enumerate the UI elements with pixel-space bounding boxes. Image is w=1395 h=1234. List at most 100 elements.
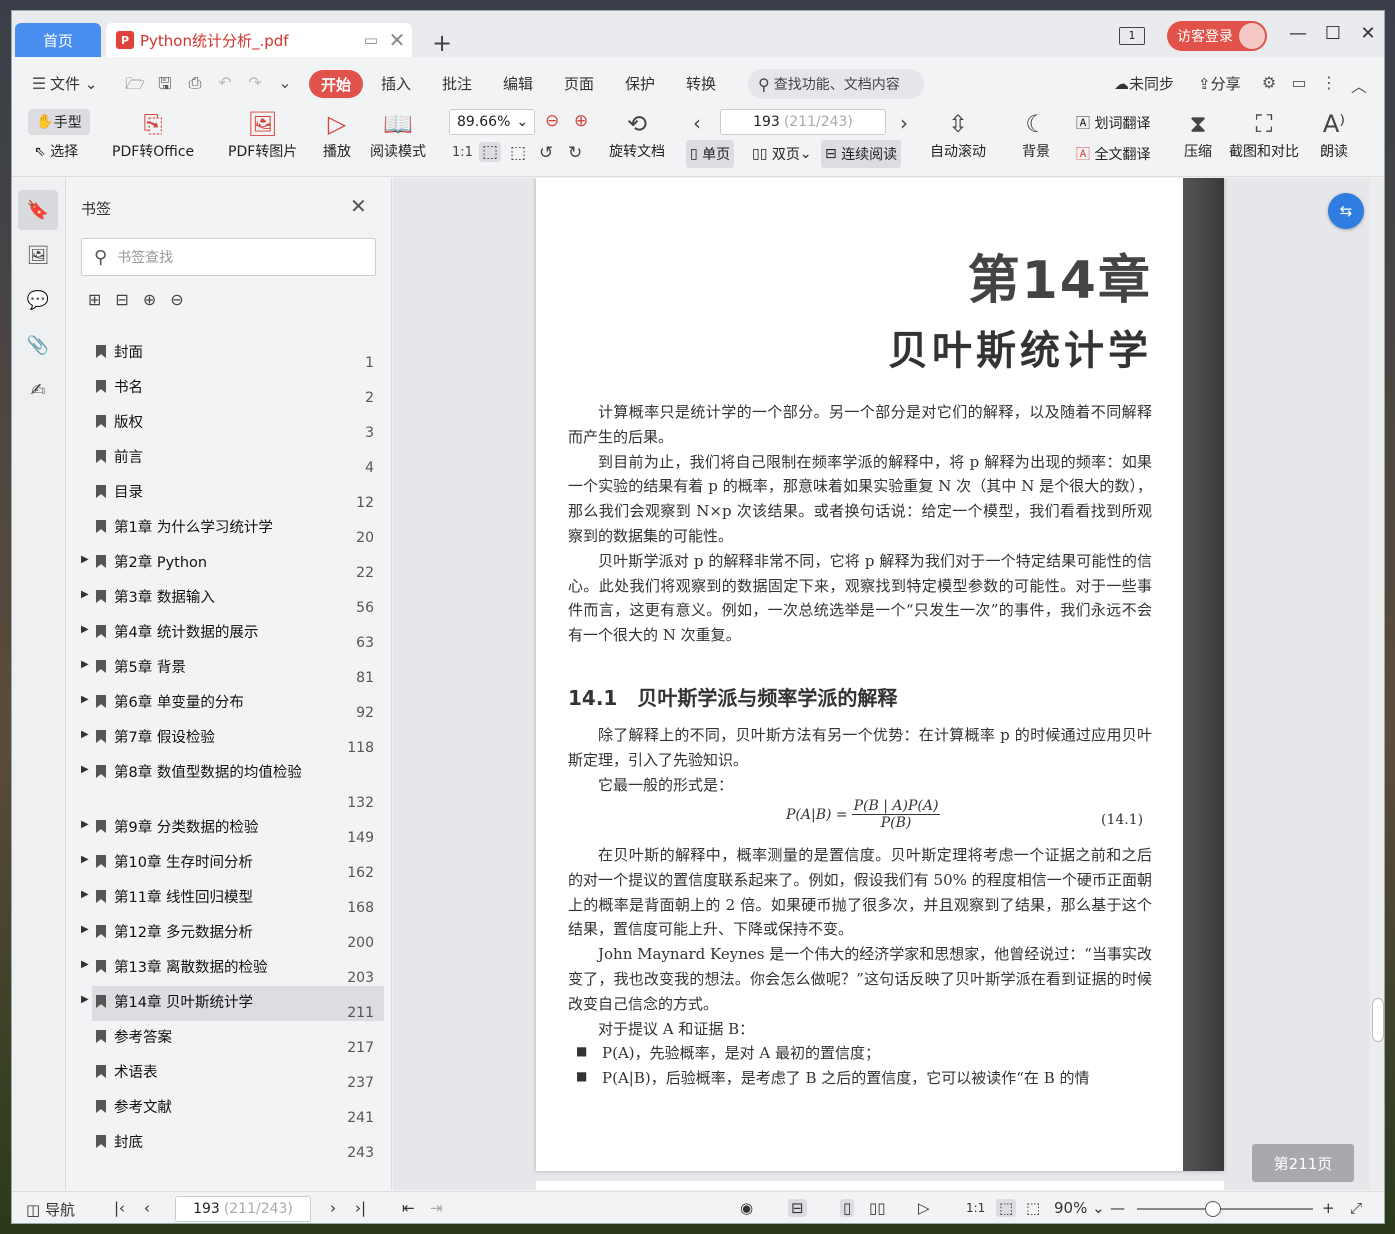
- fit-page-icon[interactable]: ⬚: [479, 142, 502, 162]
- expand-arrow-icon[interactable]: ▶: [81, 994, 89, 1005]
- double-page-button[interactable]: ▯▯ 双页 ⌄: [748, 140, 816, 168]
- minimize-icon[interactable]: —: [1286, 23, 1310, 44]
- vertical-scrollbar[interactable]: [1370, 178, 1384, 1190]
- bookmark-item[interactable]: ▶ 第6章 单变量的分布 92: [76, 686, 384, 721]
- last-page-icon[interactable]: ›|: [355, 1199, 366, 1217]
- fit-page-status-icon[interactable]: ⬚: [996, 1199, 1017, 1217]
- bookmark-item[interactable]: ▶ 第9章 分类数据的检验 149: [76, 811, 384, 846]
- float-tool-icon[interactable]: ⇆: [1328, 193, 1364, 229]
- scrollbar-thumb[interactable]: [1372, 998, 1384, 1042]
- expand-arrow-icon[interactable]: ▶: [81, 889, 89, 900]
- zoom-out-icon[interactable]: ⊖: [545, 111, 559, 131]
- bookmark-item[interactable]: 封面 1: [76, 336, 384, 371]
- rotate-right-icon[interactable]: ↻: [568, 143, 582, 163]
- window-count-icon[interactable]: 1: [1119, 27, 1145, 45]
- collapse-all-icon[interactable]: ⊟: [115, 290, 128, 309]
- feature-search[interactable]: ⚲ 查找功能、文档内容: [748, 69, 924, 99]
- comments-icon[interactable]: 💬: [18, 280, 58, 320]
- menu-edit[interactable]: 编辑: [503, 73, 533, 94]
- single-page-status-icon[interactable]: ▯: [840, 1199, 855, 1217]
- expand-arrow-icon[interactable]: ▶: [81, 659, 89, 670]
- signature-icon[interactable]: ✍: [18, 370, 58, 410]
- bookmark-item[interactable]: 参考答案 217: [76, 1021, 384, 1056]
- full-translate-button[interactable]: 🄰 全文翻译: [1072, 140, 1154, 168]
- status-page-input[interactable]: 193 (211/243): [175, 1196, 311, 1222]
- double-page-status-icon[interactable]: ▯▯: [869, 1199, 886, 1217]
- read-aloud-button[interactable]: A⁾ 朗读: [1320, 107, 1348, 161]
- collapse-ribbon-icon[interactable]: ︿: [1348, 73, 1370, 97]
- forward-icon[interactable]: ⇥: [430, 1199, 443, 1217]
- play-button[interactable]: ▷ 播放: [323, 107, 351, 161]
- comment-icon[interactable]: ▭: [1288, 73, 1310, 92]
- maximize-icon[interactable]: ☐: [1321, 23, 1345, 44]
- thumbnail-icon[interactable]: 🖼: [18, 235, 58, 275]
- expand-arrow-icon[interactable]: ▶: [81, 589, 89, 600]
- zoom-select[interactable]: 89.66% ⌄: [449, 109, 535, 135]
- expand-arrow-icon[interactable]: ▶: [81, 624, 89, 635]
- fit-width-icon[interactable]: ⬚: [510, 143, 526, 163]
- save-icon[interactable]: 🖫: [154, 73, 176, 100]
- undo-icon[interactable]: ↶: [214, 73, 236, 92]
- bookmark-item[interactable]: 第1章 为什么学习统计学 20: [76, 511, 384, 546]
- zoom-status[interactable]: 90% ⌄: [1054, 1199, 1105, 1217]
- expand-arrow-icon[interactable]: ▶: [81, 854, 89, 865]
- print-icon[interactable]: ⎙: [184, 73, 206, 93]
- close-window-icon[interactable]: ✕: [1356, 23, 1380, 44]
- zoom-in-status-icon[interactable]: +: [1322, 1199, 1335, 1217]
- expand-arrow-icon[interactable]: ▶: [81, 924, 89, 935]
- add-bookmark-icon[interactable]: ⊕: [143, 290, 156, 309]
- close-panel-icon[interactable]: ✕: [350, 194, 367, 218]
- menu-protect[interactable]: 保护: [625, 73, 655, 94]
- zoom-slider-knob[interactable]: [1205, 1201, 1221, 1217]
- bookmark-item[interactable]: 参考文献 241: [76, 1091, 384, 1126]
- bookmark-item[interactable]: 书名 2: [76, 371, 384, 406]
- bookmark-item[interactable]: ▶ 第3章 数据输入 56: [76, 581, 384, 616]
- screenshot-compare-button[interactable]: ⛶ 截图和对比: [1229, 107, 1299, 161]
- open-folder-icon[interactable]: 🗁: [124, 73, 146, 100]
- bookmark-search-input[interactable]: ⚲ 书签查找: [81, 238, 376, 276]
- play-status-icon[interactable]: ▷: [918, 1199, 930, 1217]
- menu-start[interactable]: 开始: [309, 70, 363, 98]
- background-button[interactable]: ☾ 背景: [1022, 107, 1050, 161]
- pin-icon[interactable]: ▭: [360, 31, 382, 49]
- expand-all-icon[interactable]: ⊞: [88, 290, 101, 309]
- pdf-to-image-button[interactable]: 🖼 PDF转图片: [228, 107, 297, 161]
- bookmark-item[interactable]: 封底 243: [76, 1126, 384, 1161]
- bookmark-item[interactable]: ▶ 第7章 假设检验 118: [76, 721, 384, 756]
- continuous-status-icon[interactable]: ⊟: [788, 1199, 807, 1217]
- eye-care-icon[interactable]: ◉: [740, 1199, 753, 1217]
- more-dropdown-icon[interactable]: ⌄: [274, 73, 296, 92]
- close-tab-icon[interactable]: ✕: [386, 28, 408, 52]
- new-tab-button[interactable]: +: [432, 29, 452, 57]
- sync-status[interactable]: ☁未同步: [1114, 73, 1174, 94]
- pdf-to-office-button[interactable]: ⎘ PDF转Office: [112, 107, 194, 161]
- rotate-document-button[interactable]: ⟲ 旋转文档: [609, 107, 665, 161]
- page-number-input[interactable]: 193 (211/243): [720, 109, 886, 135]
- expand-arrow-icon[interactable]: ▶: [81, 729, 89, 740]
- navigation-toggle[interactable]: ◫ 导航: [26, 1199, 75, 1220]
- expand-arrow-icon[interactable]: ▶: [81, 694, 89, 705]
- bookmark-item[interactable]: ▶ 第8章 数值型数据的均值检验 132: [76, 756, 384, 811]
- single-page-button[interactable]: ▯ 单页: [686, 140, 735, 168]
- remove-bookmark-icon[interactable]: ⊖: [170, 290, 183, 309]
- rotate-left-icon[interactable]: ↺: [539, 143, 553, 163]
- bookmark-item[interactable]: 前言 4: [76, 441, 384, 476]
- bookmark-item[interactable]: ▶ 第11章 线性回归模型 168: [76, 881, 384, 916]
- fit-width-status-icon[interactable]: ⬚: [1026, 1199, 1040, 1217]
- document-view[interactable]: 第14章 贝叶斯统计学 计算概率只是统计学的一个部分。另一个部分是对它们的解释，…: [393, 178, 1384, 1190]
- more-icon[interactable]: ⋮: [1318, 73, 1340, 92]
- menu-page[interactable]: 页面: [564, 73, 594, 94]
- compress-button[interactable]: ⧗ 压缩: [1184, 107, 1212, 161]
- share-button[interactable]: ⇪分享: [1198, 73, 1241, 94]
- expand-arrow-icon[interactable]: ▶: [81, 819, 89, 830]
- fullscreen-icon[interactable]: ⤢: [1350, 1199, 1362, 1217]
- bookmark-item[interactable]: ▶ 第12章 多元数据分析 200: [76, 916, 384, 951]
- bookmark-item[interactable]: 版权 3: [76, 406, 384, 441]
- guest-login-button[interactable]: 访客登录: [1167, 21, 1267, 51]
- hand-tool-button[interactable]: ✋ 手型: [28, 109, 90, 135]
- prev-page-icon[interactable]: ‹: [693, 111, 701, 135]
- back-icon[interactable]: ⇤: [402, 1199, 415, 1217]
- next-page-icon[interactable]: ›: [900, 111, 908, 135]
- bookmark-item[interactable]: ▶ 第5章 背景 81: [76, 651, 384, 686]
- actual-size-icon[interactable]: 1:1: [452, 145, 473, 160]
